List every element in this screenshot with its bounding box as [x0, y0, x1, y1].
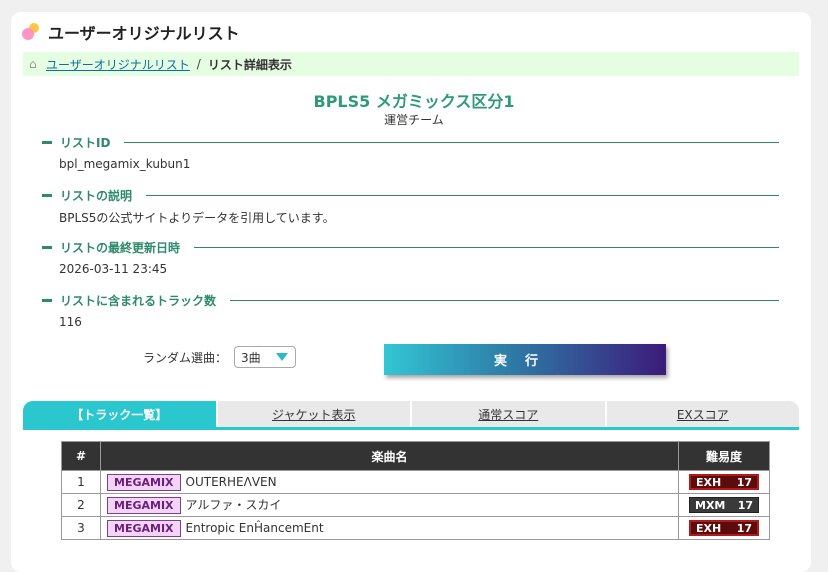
random-count-value: 3曲: [241, 350, 261, 365]
section-bar-icon: [42, 193, 52, 197]
row-difficulty-cell: EXH 17: [678, 516, 770, 540]
row-number: 3: [61, 516, 101, 540]
track-title[interactable]: OUTERHEΛVEN: [186, 475, 277, 489]
dropdown-arrow-icon: [276, 353, 289, 361]
tab-underline: [23, 427, 799, 430]
difficulty-type: MXM: [695, 499, 726, 512]
table-row[interactable]: 1 MEGAMIX OUTERHEΛVEN EXH 17: [61, 470, 770, 494]
section-track-count: リストに含まれるトラック数: [42, 292, 779, 308]
random-count-select[interactable]: 3曲: [234, 346, 297, 368]
page-header: ユーザーオリジナルリスト: [22, 20, 240, 44]
difficulty-level: 17: [736, 476, 752, 489]
header-dots-icon: [22, 21, 42, 43]
section-label: リストID: [60, 135, 111, 150]
random-select-row: ランダム選曲： 3曲: [143, 346, 297, 368]
track-title[interactable]: アルファ・スカイ: [186, 498, 282, 512]
row-difficulty-cell: MXM 17: [678, 493, 770, 517]
column-header-difficulty: 難易度: [678, 441, 770, 471]
random-select-label: ランダム選曲：: [143, 350, 228, 365]
megamix-tag: MEGAMIX: [107, 473, 181, 491]
tab-normal-score[interactable]: 通常スコア: [412, 401, 605, 427]
breadcrumb-separator: /: [196, 57, 201, 71]
section-label: リストに含まれるトラック数: [60, 293, 217, 308]
section-label: リストの説明: [60, 188, 133, 203]
section-divider: [194, 246, 779, 248]
execute-button[interactable]: 実行: [384, 344, 666, 375]
table-row[interactable]: 3 MEGAMIX Entropic EnĤancemEnt EXH 17: [61, 516, 770, 540]
view-tabs: 【トラック一覧】 ジャケット表示 通常スコア EXスコア: [23, 401, 799, 427]
row-difficulty-cell: EXH 17: [678, 470, 770, 494]
row-title-cell: MEGAMIX アルファ・スカイ: [100, 493, 679, 517]
difficulty-badge: EXH 17: [689, 520, 759, 536]
track-count-value: 116: [59, 315, 82, 329]
section-list-id: リストID: [42, 134, 779, 150]
difficulty-type: EXH: [696, 476, 722, 489]
row-number: 2: [61, 493, 101, 517]
description-value: BPLS5の公式サイトよりデータを引用しています。: [59, 211, 335, 225]
row-title-cell: MEGAMIX Entropic EnĤancemEnt: [100, 516, 679, 540]
difficulty-badge: EXH 17: [689, 474, 759, 490]
section-divider: [230, 299, 779, 301]
row-number: 1: [61, 470, 101, 494]
megamix-tag: MEGAMIX: [107, 497, 181, 514]
tab-jacket-view[interactable]: ジャケット表示: [217, 401, 410, 427]
table-row[interactable]: 2 MEGAMIX アルファ・スカイ MXM 17: [61, 493, 770, 517]
section-bar-icon: [42, 140, 52, 144]
section-label: リストの最終更新日時: [60, 240, 181, 255]
difficulty-level: 17: [736, 522, 752, 535]
column-header-number: #: [61, 441, 101, 471]
row-title-cell: MEGAMIX OUTERHEΛVEN: [100, 470, 679, 494]
section-bar-icon: [42, 245, 52, 249]
list-id-value: bpl_megamix_kubun1: [59, 157, 191, 171]
column-header-title: 楽曲名: [100, 441, 679, 471]
updated-value: 2026-03-11 23:45: [59, 262, 168, 276]
difficulty-badge: MXM 17: [689, 497, 759, 513]
tab-ex-score[interactable]: EXスコア: [606, 401, 799, 427]
section-divider: [124, 141, 779, 143]
section-updated: リストの最終更新日時: [42, 239, 779, 255]
home-icon: ⌂: [29, 57, 37, 71]
page-title: ユーザーオリジナルリスト: [48, 24, 240, 43]
table-header-row: # 楽曲名 難易度: [61, 441, 770, 471]
section-divider: [146, 194, 779, 196]
list-owner: 運営チーム: [384, 113, 444, 127]
section-bar-icon: [42, 298, 52, 302]
megamix-tag: MEGAMIX: [107, 519, 181, 537]
difficulty-type: EXH: [696, 522, 722, 535]
breadcrumb-link-list[interactable]: ユーザーオリジナルリスト: [46, 56, 190, 73]
tab-track-list[interactable]: 【トラック一覧】: [23, 401, 216, 427]
list-title: BPLS5 メガミックス区分1: [313, 92, 515, 111]
breadcrumb-current: リスト詳細表示: [207, 57, 292, 72]
track-title[interactable]: Entropic EnĤancemEnt: [186, 521, 324, 535]
section-description: リストの説明: [42, 187, 779, 203]
track-table: # 楽曲名 難易度 1 MEGAMIX OUTERHEΛVEN EXH 17 2 M…: [61, 441, 770, 540]
breadcrumb: ⌂ ユーザーオリジナルリスト / リスト詳細表示: [23, 52, 799, 76]
difficulty-level: 17: [737, 499, 753, 512]
